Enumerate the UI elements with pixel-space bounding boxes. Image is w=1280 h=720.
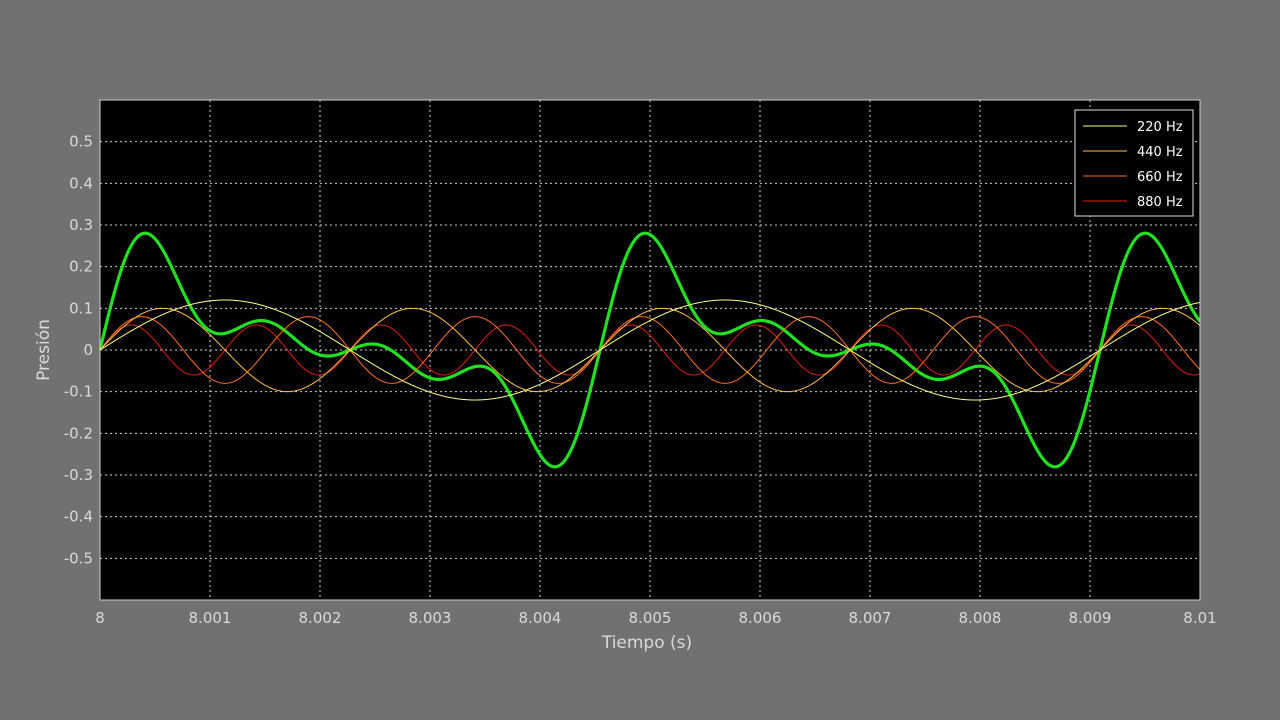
x-tick-label: 8.008 bbox=[959, 609, 1002, 627]
x-tick-label: 8.005 bbox=[629, 609, 672, 627]
y-tick-label: -0.3 bbox=[64, 466, 93, 484]
y-tick-label: 0.4 bbox=[69, 174, 93, 192]
y-tick-label: -0.4 bbox=[64, 508, 93, 526]
x-tick-label: 8 bbox=[95, 609, 105, 627]
x-tick-label: 8.003 bbox=[409, 609, 452, 627]
x-axis-label: Tiempo (s) bbox=[601, 633, 692, 653]
y-tick-label: 0.1 bbox=[69, 299, 93, 317]
x-tick-label: 8.009 bbox=[1069, 609, 1112, 627]
legend-entry: 220 Hz bbox=[1137, 120, 1183, 135]
legend-entry: 660 Hz bbox=[1137, 170, 1183, 185]
y-axis-label: Presión bbox=[34, 319, 54, 381]
x-tick-label: 8.001 bbox=[189, 609, 232, 627]
y-tick-label: 0.2 bbox=[69, 258, 93, 276]
x-tick-label: 8.002 bbox=[299, 609, 342, 627]
figure: 8 8.001 8.002 8.003 8.004 8.005 8.006 8.007 8.00… bbox=[34, 99, 1217, 653]
y-tick-label: -0.5 bbox=[64, 549, 93, 567]
y-tick-label: 0 bbox=[83, 341, 93, 359]
x-tick-label: 8.007 bbox=[849, 609, 892, 627]
x-tick-label: 8.01 bbox=[1183, 609, 1216, 627]
y-tick-label: 0.5 bbox=[69, 133, 93, 151]
x-tick-label: 8.006 bbox=[739, 609, 782, 627]
legend-entry: 440 Hz bbox=[1137, 145, 1183, 160]
y-tick-label: -0.1 bbox=[64, 383, 93, 401]
y-tick-label: 0.3 bbox=[69, 216, 93, 234]
y-tick-label: -0.2 bbox=[64, 424, 93, 442]
legend-entry: 880 Hz bbox=[1137, 195, 1183, 210]
legend: 220 Hz 440 Hz 660 Hz 880 Hz bbox=[1074, 109, 1194, 217]
x-tick-label: 8.004 bbox=[519, 609, 562, 627]
